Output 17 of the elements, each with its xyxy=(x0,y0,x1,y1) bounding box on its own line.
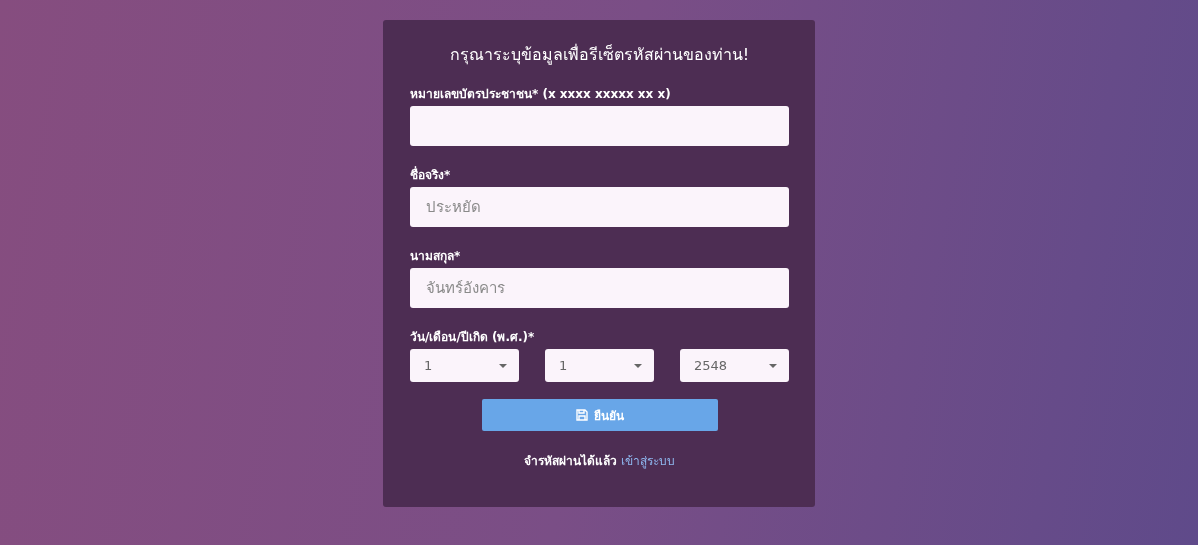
field-label: วัน/เดือน/ปีเกิด (พ.ศ.)* xyxy=(410,329,536,346)
dropdown[interactable]: 1 xyxy=(545,349,654,382)
form-title: กรุณาระบุข้อมูลเพื่อรีเซ็ตรหัสผ่านของท่าน! xyxy=(448,43,751,67)
dropdown[interactable]: 2548 xyxy=(680,349,789,382)
field-label: นามสกุล* xyxy=(410,248,462,265)
dropdown[interactable]: 1 xyxy=(410,349,519,382)
caret-icon xyxy=(634,363,642,368)
input-field[interactable] xyxy=(410,106,789,146)
input-field[interactable]: จันทร์อังคาร xyxy=(410,268,789,308)
footer-text: จำรหัสผ่านได้แล้ว xyxy=(524,454,617,468)
caret-icon xyxy=(499,363,507,368)
caret-icon xyxy=(769,363,777,368)
input-field[interactable]: ประหยัด xyxy=(410,187,789,227)
field-label: ชื่อจริง* xyxy=(410,165,452,184)
login-link[interactable]: เข้าสู่ระบบ xyxy=(621,454,675,468)
save-icon xyxy=(575,409,588,421)
field-label: หมายเลขบัตรประชาชน* (x xxxx xxxxx xx x) xyxy=(410,86,672,103)
